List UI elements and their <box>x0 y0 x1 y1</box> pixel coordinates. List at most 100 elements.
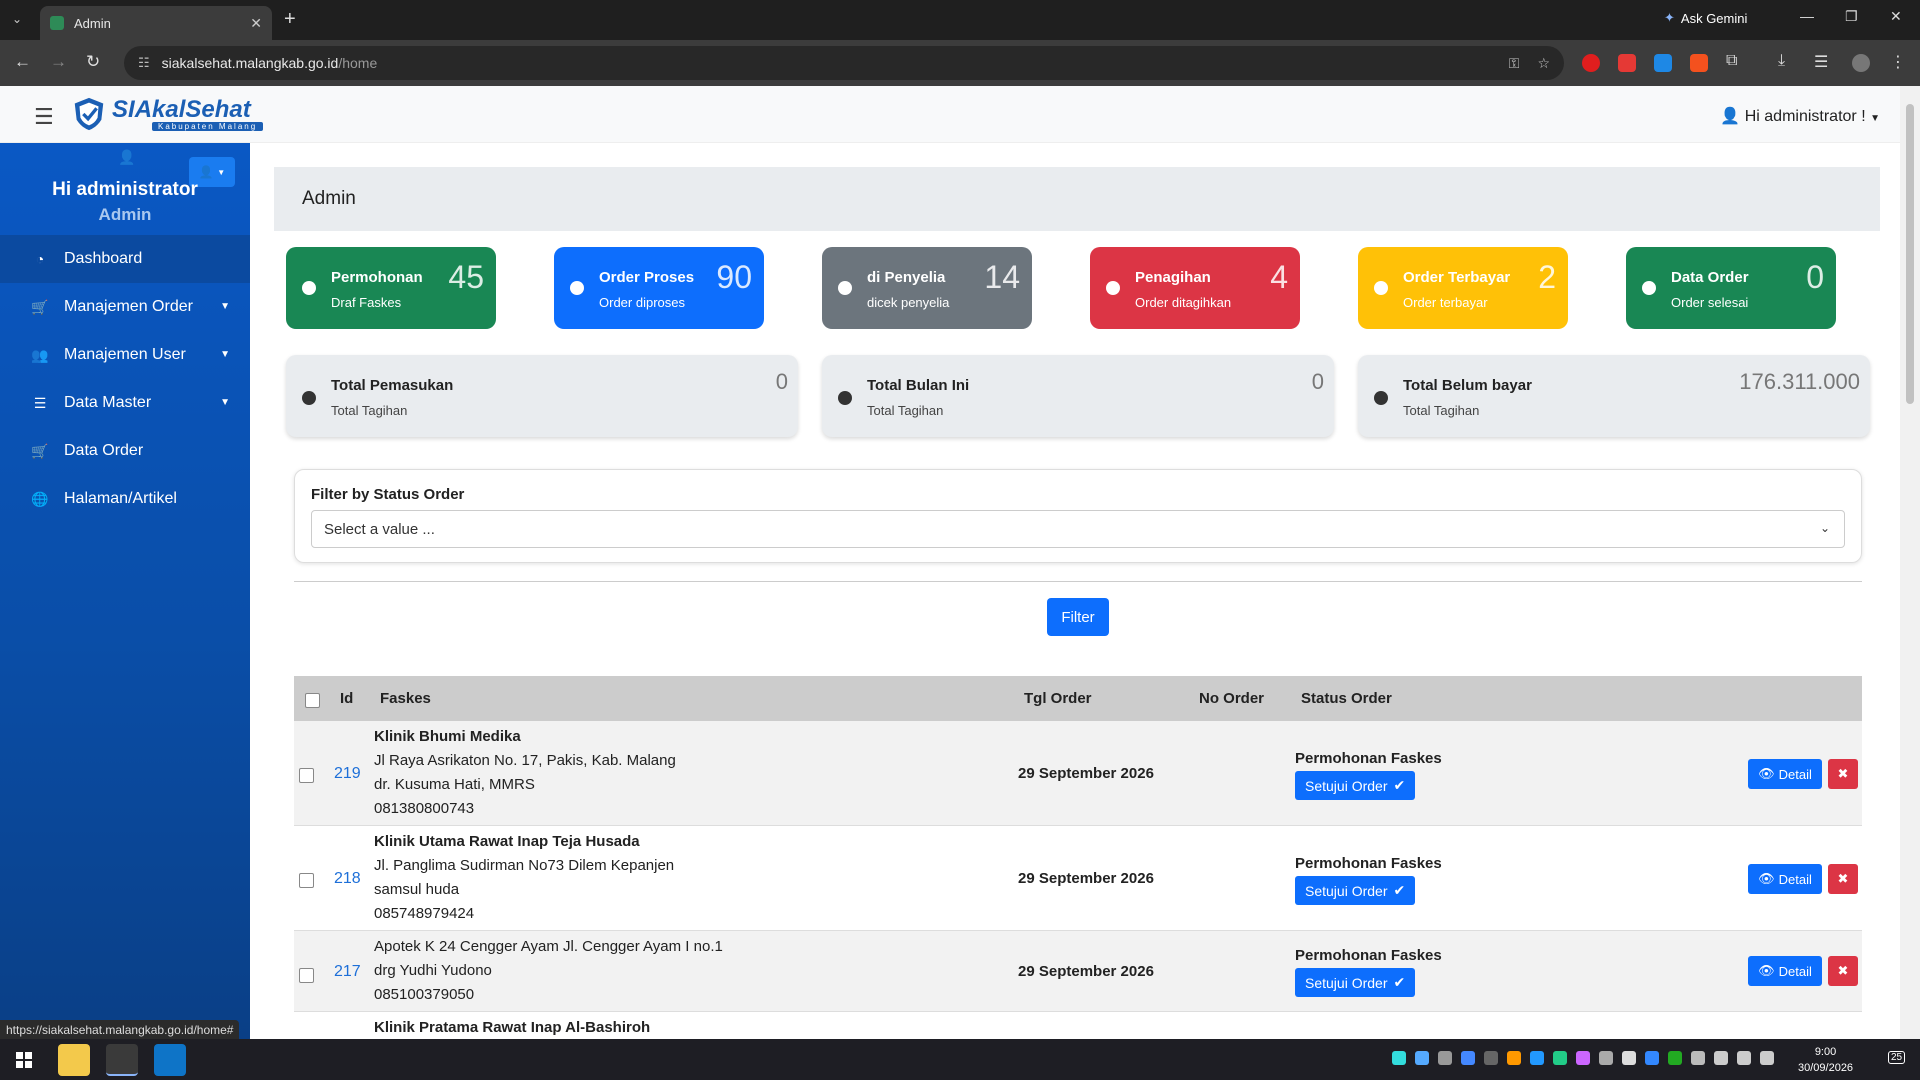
volume-icon[interactable] <box>1737 1051 1751 1065</box>
windows-start-icon[interactable] <box>16 1052 32 1068</box>
back-icon[interactable]: ← <box>14 52 31 72</box>
eye-icon: 👁 <box>1758 963 1775 978</box>
tray-app-icon[interactable] <box>1599 1051 1613 1065</box>
stat-value: 0 <box>1806 259 1824 295</box>
globe-icon <box>838 391 852 405</box>
tab-search-icon[interactable]: ⌄ <box>12 12 22 26</box>
tray-app-icon[interactable] <box>1461 1051 1475 1065</box>
delete-button[interactable]: ✖ <box>1828 956 1858 986</box>
extension-s-icon[interactable] <box>1654 54 1672 72</box>
detail-button[interactable]: 👁 Detail <box>1748 956 1822 986</box>
address-bar[interactable]: ☷ siakalsehat.malangkab.go.id/home ⚿ ☆ <box>124 46 1564 80</box>
caret-down-icon: ▼ <box>220 397 230 408</box>
user-dropdown[interactable]: 👤 Hi administrator ! ▼ <box>1720 106 1880 126</box>
file-explorer-icon[interactable] <box>58 1044 90 1076</box>
stat-card-permohonan[interactable]: Permohonan Draf Faskes 45 <box>286 247 496 329</box>
page-scrollbar[interactable] <box>1900 86 1920 1039</box>
tray-app-icon[interactable] <box>1484 1051 1498 1065</box>
tray-app-icon[interactable] <box>1576 1051 1590 1065</box>
app-logo[interactable]: SIAkalSehat Kabupaten Malang <box>70 95 264 133</box>
restore-icon[interactable]: ❐ <box>1845 8 1858 25</box>
stat-card-data-order[interactable]: Data Order Order selesai 0 <box>1626 247 1836 329</box>
hamburger-menu-icon[interactable]: ☰ <box>34 104 54 130</box>
bookmark-star-icon[interactable]: ☆ <box>1537 55 1550 72</box>
sidebar-item-data-master[interactable]: ☰ Data Master ▼ <box>0 379 250 427</box>
sidebar-menu: ◔ Dashboard 🛒 Manajemen Order ▼ 👥 Manaje… <box>0 235 250 523</box>
stat-subtitle: Draf Faskes <box>331 295 402 310</box>
tab-close-icon[interactable]: ✕ <box>250 15 262 32</box>
row-id-link[interactable]: 217 <box>334 963 361 981</box>
sidebar-item-dashboard[interactable]: ◔ Dashboard <box>0 235 250 283</box>
stat-subtitle: Order selesai <box>1671 295 1749 310</box>
tray-app-icon[interactable] <box>1691 1051 1705 1065</box>
approve-label: Setujui Order <box>1305 974 1388 991</box>
approve-order-button[interactable]: Setujui Order ✔ <box>1295 968 1416 997</box>
filter-button[interactable]: Filter <box>1047 598 1109 636</box>
browser-tab-bar: ⌄ Admin ✕ + ✦ Ask Gemini — ❐ ✕ <box>0 0 1920 40</box>
approve-order-button[interactable]: Setujui Order ✔ <box>1295 771 1416 800</box>
row-id-link[interactable]: 219 <box>334 765 361 783</box>
close-window-icon[interactable]: ✕ <box>1890 8 1902 25</box>
extension-red-icon[interactable] <box>1582 54 1600 72</box>
clock[interactable]: 9:00 30/09/2026 <box>1798 1044 1853 1076</box>
battery-icon[interactable] <box>1760 1051 1774 1065</box>
tray-app-icon[interactable] <box>1530 1051 1544 1065</box>
chrome-icon[interactable] <box>106 1044 138 1076</box>
delete-button[interactable]: ✖ <box>1828 759 1858 789</box>
status-text: Permohonan Faskes <box>1295 855 1442 872</box>
detail-label: Detail <box>1778 871 1812 887</box>
tray-app-icon[interactable] <box>1392 1051 1406 1065</box>
status-order-select[interactable]: Select a value ... ⌄ <box>311 510 1845 548</box>
approve-order-button[interactable]: Setujui Order ✔ <box>1295 876 1416 905</box>
tray-app-icon[interactable] <box>1415 1051 1429 1065</box>
sidebar-item-halaman-artikel[interactable]: 🌐 Halaman/Artikel <box>0 475 250 523</box>
notification-badge[interactable]: 25 <box>1888 1051 1906 1064</box>
password-key-icon[interactable]: ⚿ <box>1509 55 1520 72</box>
tray-app-icon[interactable] <box>1668 1051 1682 1065</box>
detail-button[interactable]: 👁 Detail <box>1748 759 1822 789</box>
reload-icon[interactable]: ↻ <box>86 52 100 72</box>
tray-app-icon[interactable] <box>1507 1051 1521 1065</box>
stat-card-order-proses[interactable]: Order Proses Order diproses 90 <box>554 247 764 329</box>
download-icon[interactable]: ⤓ <box>1778 52 1785 70</box>
tray-app-icon[interactable] <box>1622 1051 1636 1065</box>
browser-menu-icon[interactable]: ⋮ <box>1890 52 1906 72</box>
row-id-link[interactable]: 218 <box>334 870 361 888</box>
site-info-icon[interactable]: ☷ <box>138 55 150 71</box>
row-checkbox[interactable] <box>299 768 314 783</box>
stat-card-order-terbayar[interactable]: Order Terbayar Order terbayar 2 <box>1358 247 1568 329</box>
browser-tab[interactable]: Admin ✕ <box>40 6 272 40</box>
delete-button[interactable]: ✖ <box>1828 864 1858 894</box>
sidebar-item-manajemen-order[interactable]: 🛒 Manajemen Order ▼ <box>0 283 250 331</box>
tray-app-icon[interactable] <box>1438 1051 1452 1065</box>
extension-orange-icon[interactable] <box>1690 54 1708 72</box>
extensions-puzzle-icon[interactable]: ⧉ <box>1726 52 1737 70</box>
sidebar-item-manajemen-user[interactable]: 👥 Manajemen User ▼ <box>0 331 250 379</box>
detail-button[interactable]: 👁 Detail <box>1748 864 1822 894</box>
media-icon[interactable]: ☰ <box>1814 52 1828 72</box>
clock-time: 9:00 <box>1814 1046 1837 1058</box>
total-value: 176.311.000 <box>1739 369 1860 394</box>
minimize-icon[interactable]: — <box>1800 8 1814 24</box>
profile-avatar-icon[interactable] <box>1852 54 1870 72</box>
sidebar-item-label: Manajemen User <box>64 346 186 363</box>
select-all-checkbox[interactable] <box>305 693 320 708</box>
page-title: Admin <box>274 167 1880 231</box>
column-header-status-order: Status Order <box>1301 690 1392 707</box>
row-checkbox[interactable] <box>299 968 314 983</box>
shield-logo-icon <box>74 97 104 131</box>
stat-card-penagihan[interactable]: Penagihan Order ditagihkan 4 <box>1090 247 1300 329</box>
extension-youtube-icon[interactable] <box>1618 54 1636 72</box>
forward-icon[interactable]: → <box>50 52 67 72</box>
new-tab-icon[interactable]: + <box>284 8 296 31</box>
bluetooth-icon[interactable] <box>1645 1051 1659 1065</box>
wifi-icon[interactable] <box>1714 1051 1728 1065</box>
ask-gemini-button[interactable]: ✦ Ask Gemini <box>1664 10 1747 26</box>
row-checkbox[interactable] <box>299 873 314 888</box>
sidebar-item-data-order[interactable]: 🛒 Data Order <box>0 427 250 475</box>
scrollbar-thumb[interactable] <box>1906 104 1914 404</box>
stat-value: 14 <box>984 259 1020 295</box>
vscode-icon[interactable] <box>154 1044 186 1076</box>
tray-app-icon[interactable] <box>1553 1051 1567 1065</box>
stat-card-di-penyelia[interactable]: di Penyelia dicek penyelia 14 <box>822 247 1032 329</box>
